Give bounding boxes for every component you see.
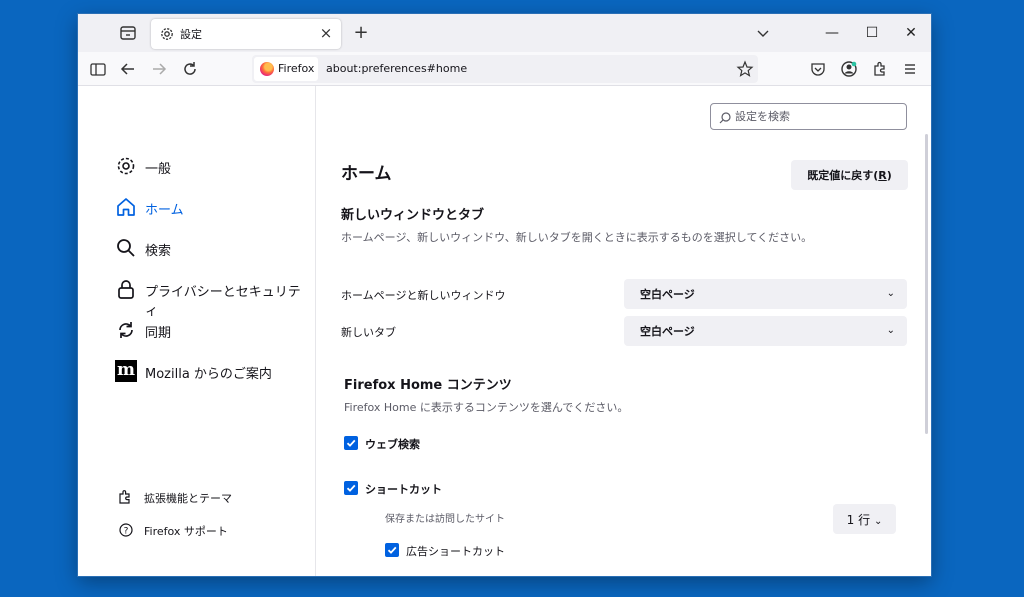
puzzle-icon xyxy=(118,489,134,505)
close-window-button[interactable]: ✕ xyxy=(900,22,922,44)
gear-icon xyxy=(115,155,137,177)
identity-label: Firefox xyxy=(278,62,315,75)
home-icon xyxy=(115,196,137,218)
sidebar-item-label: Mozilla からのご案内 xyxy=(145,367,272,382)
restore-defaults-button[interactable]: 既定値に戻す(R) xyxy=(791,160,908,190)
sidebar-item-mozilla[interactable]: m Mozilla からのご案内 xyxy=(115,359,305,385)
sidebar-item-label: プライバシーとセキュリティ xyxy=(145,285,301,319)
mozilla-icon: m xyxy=(115,360,137,382)
sidebar-item-search[interactable]: 検索 xyxy=(115,236,305,262)
sidebar-item-label: 同期 xyxy=(145,326,172,341)
shortcut-rows-select[interactable]: 1 行 ⌄ xyxy=(833,504,896,534)
tab-settings[interactable]: 設定 × xyxy=(151,19,341,49)
help-icon: ? xyxy=(118,522,134,538)
account-icon[interactable] xyxy=(839,59,859,79)
home-content-description: Firefox Home に表示するコンテンツを選んでください。 xyxy=(344,401,629,414)
chevron-down-icon: ⌄ xyxy=(886,325,895,336)
pocket-icon[interactable] xyxy=(808,59,828,79)
rows-value: 1 行 xyxy=(846,512,871,527)
chevron-down-icon[interactable] xyxy=(754,24,772,42)
url-bar[interactable]: Firefox about:preferences#home xyxy=(252,55,758,83)
search-icon xyxy=(115,237,137,259)
addons-label: 拡張機能とテーマ xyxy=(144,492,232,505)
shortcuts-description: 保存または訪問したサイト xyxy=(385,514,505,525)
checkbox-checked-icon xyxy=(344,481,358,495)
scrollbar[interactable] xyxy=(925,134,928,434)
support-label: Firefox サポート xyxy=(144,525,228,538)
new-tab-button[interactable]: + xyxy=(350,22,372,44)
homepage-select[interactable]: 空白ページ ⌄ xyxy=(624,279,907,309)
category-sidebar: 一般 ホーム 検索 プライバシーとセキュリティ 同期 m Mozilla からの… xyxy=(78,86,316,576)
firefox-logo-icon xyxy=(260,62,274,76)
support-link[interactable]: ? Firefox サポート xyxy=(118,520,308,540)
sponsored-shortcuts-label: 広告ショートカット xyxy=(406,545,505,558)
chevron-down-icon: ⌄ xyxy=(873,515,883,527)
sidebar-item-sync[interactable]: 同期 xyxy=(115,318,305,344)
sidebar-item-label: 検索 xyxy=(145,244,172,259)
tab-title: 設定 xyxy=(180,28,202,41)
newtab-select-value: 空白ページ xyxy=(640,325,695,338)
checkbox-checked-icon xyxy=(385,543,399,557)
forward-icon[interactable] xyxy=(149,59,169,79)
preferences-page: 一般 ホーム 検索 プライバシーとセキュリティ 同期 m Mozilla からの… xyxy=(78,86,931,576)
identity-box[interactable]: Firefox xyxy=(254,57,318,81)
sidebar-toggle-icon[interactable] xyxy=(88,59,108,79)
extensions-icon[interactable] xyxy=(870,59,890,79)
homepage-select-value: 空白ページ xyxy=(640,288,695,301)
settings-search-box[interactable] xyxy=(710,103,907,130)
lock-icon xyxy=(115,278,137,300)
url-text[interactable]: about:preferences#home xyxy=(326,62,467,75)
minimize-button[interactable]: — xyxy=(821,22,843,44)
back-icon[interactable] xyxy=(118,59,138,79)
main-pane: ホーム 既定値に戻す(R) 新しいウィンドウとタブ ホームページ、新しいウィンド… xyxy=(316,86,931,576)
page-title: ホーム xyxy=(341,164,392,184)
restore-defaults-label: 既定値に戻す xyxy=(807,169,874,182)
close-tab-icon[interactable]: × xyxy=(317,24,335,42)
home-content-title: Firefox Home コンテンツ xyxy=(344,378,512,393)
tab-strip: 設定 × + — ☐ ✕ xyxy=(78,14,931,52)
firefox-view-icon[interactable] xyxy=(118,24,138,42)
sidebar-item-label: 一般 xyxy=(145,162,172,177)
navigation-toolbar: Firefox about:preferences#home xyxy=(78,52,931,86)
new-windows-description: ホームページ、新しいウィンドウ、新しいタブを開くときに表示するものを選択してくだ… xyxy=(341,231,813,244)
menu-icon[interactable] xyxy=(900,59,920,79)
checkbox-checked-icon xyxy=(344,436,358,450)
svg-text:?: ? xyxy=(124,527,129,537)
sync-icon xyxy=(115,319,137,341)
browser-window: 設定 × + — ☐ ✕ Firefox about:preferences#h… xyxy=(78,14,931,576)
sidebar-item-privacy[interactable]: プライバシーとセキュリティ xyxy=(115,277,305,319)
sidebar-item-label: ホーム xyxy=(145,203,184,218)
newtab-select[interactable]: 空白ページ ⌄ xyxy=(624,316,907,346)
sidebar-item-home[interactable]: ホーム xyxy=(115,195,305,221)
homepage-label: ホームページと新しいウィンドウ xyxy=(341,289,506,302)
addons-link[interactable]: 拡張機能とテーマ xyxy=(118,487,308,507)
new-windows-title: 新しいウィンドウとタブ xyxy=(341,208,485,223)
sidebar-item-general[interactable]: 一般 xyxy=(115,154,305,180)
search-icon xyxy=(718,110,732,124)
maximize-button[interactable]: ☐ xyxy=(861,22,883,44)
newtab-label: 新しいタブ xyxy=(341,326,396,339)
reload-icon[interactable] xyxy=(180,59,200,79)
gear-icon xyxy=(159,26,175,42)
shortcuts-label: ショートカット xyxy=(365,483,442,496)
bookmark-star-icon[interactable] xyxy=(736,60,754,78)
web-search-label: ウェブ検索 xyxy=(365,438,420,451)
chevron-down-icon: ⌄ xyxy=(886,288,895,299)
restore-accesskey: R xyxy=(878,169,887,182)
settings-search-input[interactable] xyxy=(735,107,900,126)
